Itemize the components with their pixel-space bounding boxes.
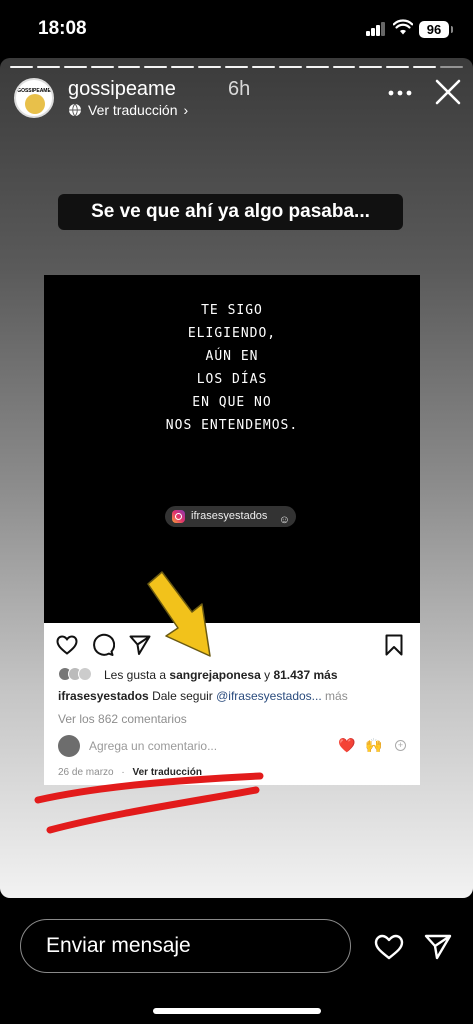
globe-icon <box>69 103 81 117</box>
comment-icon[interactable] <box>91 633 115 657</box>
story-time-ago: 6h <box>228 78 251 100</box>
post-handle-text: ifrasesyestados <box>191 510 268 522</box>
post-quote-text: TE SIGO ELIGIENDO, AÚN EN LOS DÍAS EN QU… <box>165 303 299 433</box>
progress-segment <box>225 66 248 68</box>
story-translate-link[interactable]: Ver traducción › <box>68 102 188 118</box>
caption-text: Dale seguir <box>152 689 213 703</box>
progress-segment <box>440 66 463 68</box>
progress-segment <box>251 66 275 68</box>
signal-icon <box>366 22 388 36</box>
avatar <box>58 735 80 757</box>
more-options-icon[interactable] <box>388 90 412 96</box>
story-progress-bar <box>10 66 463 68</box>
view-comments-link[interactable]: Ver los 862 comentarios <box>58 712 187 726</box>
progress-segment <box>144 66 168 68</box>
heart-icon[interactable] <box>55 633 79 657</box>
comment-input[interactable]: Agrega un comentario... <box>89 739 217 753</box>
smile-icon: ☺ <box>278 514 290 526</box>
raised-hands-emoji-button[interactable]: 🙌 <box>365 737 382 754</box>
bookmark-icon[interactable] <box>382 633 406 657</box>
caption-more-link[interactable]: más <box>325 689 348 703</box>
story-header: GOSSIPEAME gossipeame 6h Ver traducción … <box>14 78 464 122</box>
progress-segment <box>36 66 60 68</box>
post-handle-chip: ifrasesyestados ☺ <box>165 506 296 527</box>
story-translate-label: Ver traducción <box>88 102 178 118</box>
add-comment-row[interactable]: Agrega un comentario... ❤️ 🙌 + <box>58 735 408 759</box>
send-message-input[interactable] <box>20 919 351 973</box>
close-icon[interactable] <box>434 78 462 106</box>
progress-segment <box>278 66 302 68</box>
heart-emoji-button[interactable]: ❤️ <box>338 737 355 754</box>
arrow-down-icon <box>147 571 211 657</box>
story-view[interactable]: GOSSIPEAME gossipeame 6h Ver traducción … <box>0 58 473 898</box>
liker-avatars <box>58 667 98 683</box>
status-time: 18:08 <box>38 18 87 39</box>
progress-segment <box>63 66 87 68</box>
post-image: TE SIGO ELIGIENDO, AÚN EN LOS DÍAS EN QU… <box>44 275 420 623</box>
chevron-right-icon: › <box>183 102 189 118</box>
progress-segment <box>10 66 33 68</box>
home-indicator <box>153 1008 321 1014</box>
post-actions <box>44 631 420 661</box>
avatar[interactable]: GOSSIPEAME <box>14 78 54 118</box>
send-icon[interactable] <box>424 934 452 960</box>
likes-row[interactable]: Les gusta a sangrejaponesa y 81.437 más <box>58 666 418 684</box>
status-bar: 18:08 96 <box>0 0 473 58</box>
likes-text: Les gusta a sangrejaponesa y 81.437 más <box>104 668 338 682</box>
progress-segment <box>332 66 356 68</box>
progress-segment <box>386 66 410 68</box>
caption-username[interactable]: ifrasesyestados <box>58 689 149 703</box>
story-username[interactable]: gossipeame <box>68 78 176 101</box>
progress-segment <box>413 66 436 68</box>
instagram-icon <box>172 510 185 523</box>
progress-segment <box>171 66 195 68</box>
caption-mention[interactable]: @ifrasesyestados... <box>216 689 322 703</box>
battery-icon: 96 <box>419 21 453 38</box>
story-caption: Se ve que ahí ya algo pasaba... <box>58 194 403 230</box>
post-caption: ifrasesyestados Dale seguir @ifrasesyest… <box>58 689 418 703</box>
progress-segment <box>198 66 221 68</box>
wifi-icon <box>393 19 413 35</box>
add-emoji-icon[interactable]: + <box>395 740 406 751</box>
shared-post[interactable]: TE SIGO ELIGIENDO, AÚN EN LOS DÍAS EN QU… <box>44 275 420 785</box>
progress-segment <box>90 66 114 68</box>
progress-segment <box>305 66 329 68</box>
progress-segment <box>117 66 141 68</box>
heart-icon[interactable] <box>374 934 404 960</box>
avatar-face <box>25 94 45 114</box>
progress-segment <box>359 66 383 68</box>
red-scribble-underline <box>34 772 264 834</box>
